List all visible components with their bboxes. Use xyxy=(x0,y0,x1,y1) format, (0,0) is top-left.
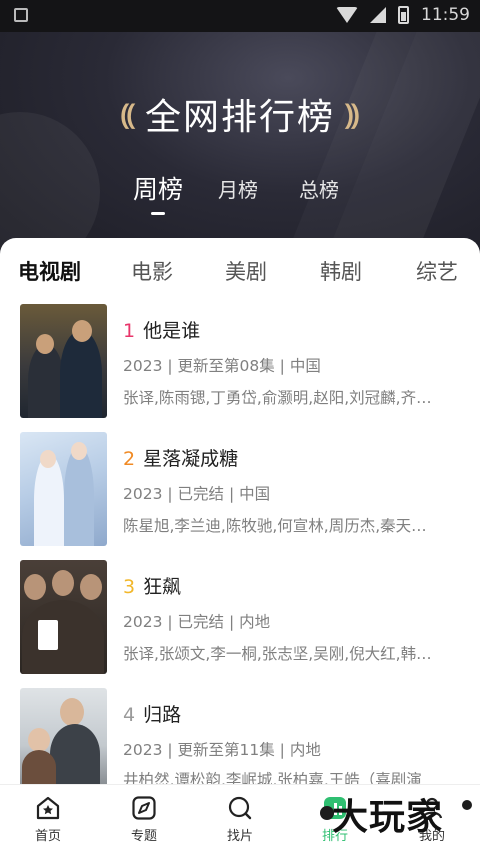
watermark-mark xyxy=(462,800,472,810)
item-title: 归路 xyxy=(143,704,182,726)
nav-label: 专题 xyxy=(130,829,157,844)
tab-tv-series[interactable]: 电视剧 xyxy=(18,256,81,286)
item-meta: 2023 | 更新至第08集 | 中国 xyxy=(123,357,321,375)
tab-label: 总榜 xyxy=(299,178,339,202)
status-time: 11:59 xyxy=(421,5,470,25)
item-title: 他是谁 xyxy=(143,320,201,342)
list-item[interactable]: 3 狂飙 2023 | 已完结 | 内地 张译,张颂文,李一桐,张志坚,吴刚,倪大… xyxy=(20,560,470,676)
item-cast: 陈星旭,李兰迪,陈牧驰,何宣林,周历杰,秦天… xyxy=(123,517,427,535)
tab-k-drama[interactable]: 韩剧 xyxy=(320,256,362,286)
item-title: 狂飙 xyxy=(143,576,182,598)
tab-monthly[interactable]: 月榜 xyxy=(218,174,258,203)
poster-image xyxy=(20,688,107,784)
tab-movies[interactable]: 电影 xyxy=(131,256,173,286)
category-tabs: 电视剧 电影 美剧 韩剧 综艺 xyxy=(0,256,480,292)
item-title: 星落凝成糖 xyxy=(143,448,239,470)
nav-label: 首页 xyxy=(34,829,61,844)
poster-image xyxy=(20,304,107,418)
ranking-panel: 电视剧 电影 美剧 韩剧 综艺 1 他是谁 2023 | 更新至第08集 | 中国… xyxy=(0,238,480,798)
watermark-text: 大玩家 xyxy=(332,796,444,838)
signal-icon xyxy=(370,7,386,23)
status-right: 11:59 xyxy=(336,5,470,25)
item-title-line: 2 星落凝成糖 xyxy=(123,444,238,471)
tab-label: 月榜 xyxy=(218,178,258,202)
tab-variety[interactable]: 综艺 xyxy=(416,256,458,286)
battery-icon xyxy=(398,6,409,24)
item-title-line: 1 他是谁 xyxy=(123,316,200,343)
poster-image xyxy=(20,432,107,546)
item-cast: 张译,张颂文,李一桐,张志坚,吴刚,倪大红,韩… xyxy=(123,645,432,663)
item-title-line: 4 归路 xyxy=(123,700,181,727)
page-title: 全网排行榜 xyxy=(144,97,335,138)
nav-topics[interactable]: 专题 xyxy=(109,795,179,844)
search-icon xyxy=(228,796,252,820)
poster-image xyxy=(20,560,107,674)
nav-home[interactable]: 首页 xyxy=(13,795,83,844)
rank-number: 1 xyxy=(123,320,136,342)
nav-find[interactable]: 找片 xyxy=(205,795,275,844)
rank-number: 2 xyxy=(123,448,136,470)
tab-weekly[interactable]: 周榜 xyxy=(133,170,183,215)
status-bar: 11:59 xyxy=(0,0,480,32)
ranking-header: ⸨ 全网排行榜 ⸩ 周榜 月榜 总榜 xyxy=(0,32,480,262)
tab-us-series[interactable]: 美剧 xyxy=(225,256,267,286)
compass-icon xyxy=(132,796,156,820)
wifi-icon xyxy=(336,7,358,23)
laurel-right-icon: ⸩ xyxy=(345,98,360,131)
item-meta: 2023 | 已完结 | 内地 xyxy=(123,613,271,631)
item-meta: 2023 | 更新至第11集 | 内地 xyxy=(123,741,321,759)
active-tab-indicator xyxy=(151,212,165,215)
home-icon xyxy=(36,796,60,820)
item-title-line: 3 狂飙 xyxy=(123,572,181,599)
title-row: ⸨ 全网排行榜 ⸩ xyxy=(0,88,480,140)
list-item[interactable]: 1 他是谁 2023 | 更新至第08集 | 中国 张译,陈雨锶,丁勇岱,俞灏明,… xyxy=(20,304,470,420)
item-cast: 张译,陈雨锶,丁勇岱,俞灏明,赵阳,刘冠麟,齐… xyxy=(123,389,432,407)
rank-number: 4 xyxy=(123,704,136,726)
item-meta: 2023 | 已完结 | 中国 xyxy=(123,485,271,503)
nav-label: 找片 xyxy=(226,829,253,844)
tab-overall[interactable]: 总榜 xyxy=(299,174,339,203)
laurel-left-icon: ⸨ xyxy=(120,98,135,131)
tab-label: 周榜 xyxy=(133,175,184,204)
rank-number: 3 xyxy=(123,576,136,598)
list-item[interactable]: 2 星落凝成糖 2023 | 已完结 | 中国 陈星旭,李兰迪,陈牧驰,何宣林,周… xyxy=(20,432,470,548)
notification-icon xyxy=(14,8,28,22)
